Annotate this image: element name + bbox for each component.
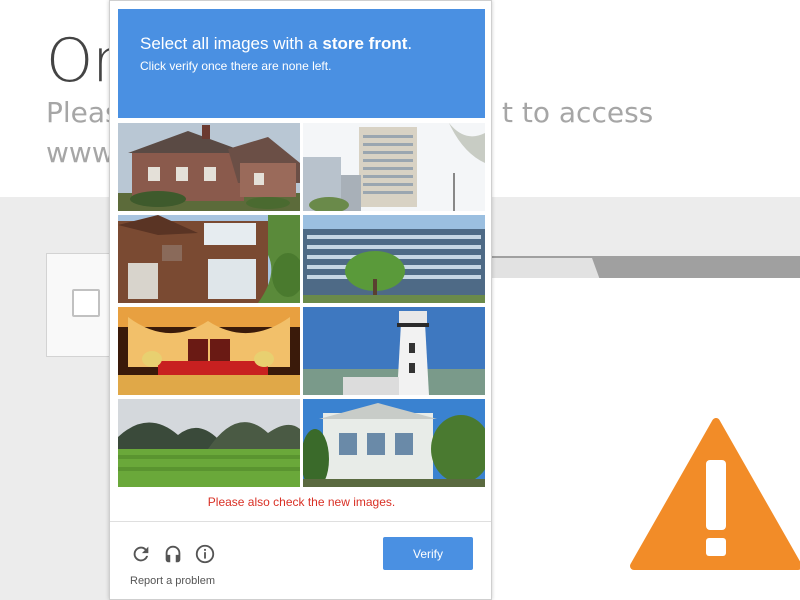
page-url-text: www <box>46 136 115 169</box>
page-subtitle-right: t to access <box>502 96 654 129</box>
tile-8-image <box>303 399 485 487</box>
tile-6-image <box>303 307 485 395</box>
page-title: Or <box>46 26 117 96</box>
image-tile-2[interactable] <box>303 123 485 211</box>
image-tile-5[interactable] <box>118 307 300 395</box>
report-problem-link[interactable]: Report a problem <box>130 575 215 587</box>
tile-1-image <box>118 123 300 211</box>
recaptcha-checkbox[interactable] <box>72 289 100 317</box>
verify-button[interactable]: Verify <box>383 537 473 570</box>
image-tile-6[interactable] <box>303 307 485 395</box>
tile-3-image <box>118 215 300 303</box>
captcha-header: Select all images with a store front. Cl… <box>118 9 485 118</box>
captcha-instruction: Click verify once there are none left. <box>140 59 332 73</box>
image-tile-3[interactable] <box>118 215 300 303</box>
reload-icon[interactable] <box>130 543 152 565</box>
prompt-prefix: Select all images with a <box>140 34 323 53</box>
captcha-dialog: Select all images with a store front. Cl… <box>109 0 492 600</box>
image-tile-1[interactable] <box>118 123 300 211</box>
prompt-target: store front <box>322 34 408 53</box>
image-tile-8[interactable] <box>303 399 485 487</box>
new-images-message: Please also check the new images. <box>207 495 396 509</box>
warning-icon <box>630 418 800 570</box>
image-tile-7[interactable] <box>118 399 300 487</box>
captcha-prompt: Select all images with a store front. <box>140 33 463 55</box>
footer-divider <box>110 521 491 522</box>
tile-4-image <box>303 215 485 303</box>
prompt-suffix: . <box>407 34 413 53</box>
tile-2-image <box>303 123 485 211</box>
info-icon[interactable] <box>194 543 216 565</box>
image-tile-4[interactable] <box>303 215 485 303</box>
tile-5-image <box>118 307 300 395</box>
tile-7-image <box>118 399 300 487</box>
audio-icon[interactable] <box>162 543 184 565</box>
